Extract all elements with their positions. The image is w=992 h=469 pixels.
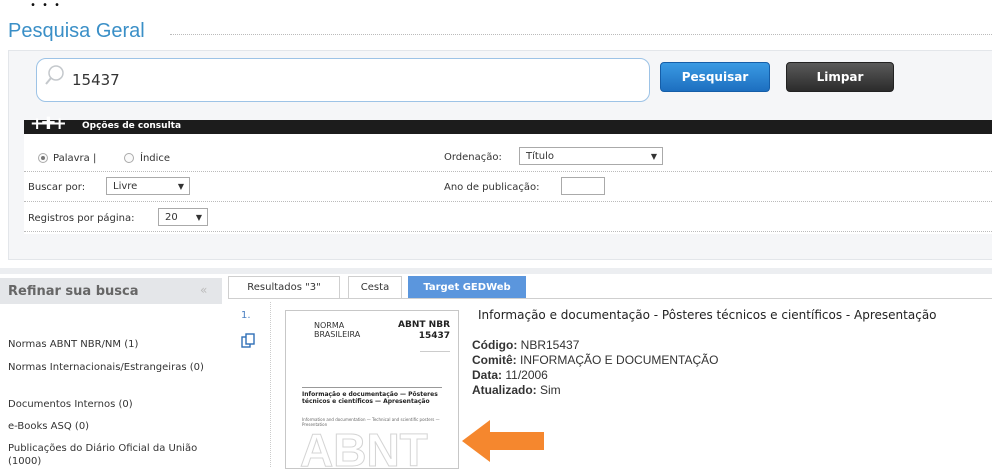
search-input[interactable] bbox=[36, 58, 650, 102]
year-input[interactable] bbox=[561, 177, 605, 195]
per-page-select[interactable]: 20 ▼ bbox=[158, 208, 208, 226]
order-select[interactable]: Título ▼ bbox=[519, 147, 663, 165]
tab-cesta[interactable]: Cesta bbox=[348, 276, 402, 299]
result-code: Código: NBR15437 bbox=[472, 338, 579, 352]
row-divider bbox=[24, 171, 992, 172]
code-label: Código: bbox=[472, 338, 518, 352]
thumb-edition-info bbox=[420, 351, 450, 374]
document-thumbnail[interactable]: NORMA BRASILEIRA ABNT NBR 15437 Informaç… bbox=[285, 310, 459, 469]
result-committee: Comitê: INFORMAÇÃO E DOCUMENTAÇÃO bbox=[472, 353, 718, 367]
chevron-down-icon: ▼ bbox=[195, 213, 202, 222]
facet-item[interactable]: e-Books ASQ (0) bbox=[8, 420, 213, 433]
result-number: 1. bbox=[241, 310, 251, 321]
facet-item[interactable]: Normas Internacionais/Estrangeiras (0) bbox=[8, 361, 213, 374]
thumb-norma-label: NORMA BRASILEIRA bbox=[314, 321, 361, 339]
page-title: Pesquisa Geral bbox=[8, 20, 145, 42]
tab-results[interactable]: Resultados "3" bbox=[228, 276, 340, 299]
row-divider bbox=[24, 231, 992, 232]
options-header-label[interactable]: Opções de consulta bbox=[82, 121, 181, 131]
date-label: Data: bbox=[472, 368, 503, 382]
search-by-label: Buscar por: bbox=[28, 182, 86, 193]
tabs-underline bbox=[228, 298, 992, 299]
radio-palavra[interactable] bbox=[38, 153, 48, 163]
refine-title: Refinar sua busca bbox=[8, 284, 139, 299]
chevron-down-icon: ▼ bbox=[177, 182, 184, 191]
title-divider bbox=[170, 34, 992, 35]
abnt-watermark-icon: ABNT bbox=[300, 424, 429, 469]
order-label: Ordenação: bbox=[444, 152, 502, 163]
thumb-number: 15437 bbox=[418, 331, 450, 341]
date-value: 11/2006 bbox=[505, 368, 548, 382]
tab-target-gedweb[interactable]: Target GEDWeb bbox=[408, 276, 526, 299]
thumb-rule bbox=[302, 387, 442, 388]
thumb-abnt-label: ABNT NBR bbox=[398, 320, 450, 330]
per-page-label: Registros por página: bbox=[28, 213, 135, 224]
clear-button[interactable]: Limpar bbox=[786, 62, 894, 92]
expand-plus-icon[interactable]: +✚+ bbox=[30, 116, 67, 133]
thumb-title: Informação e documentação — Pôsteres téc… bbox=[302, 391, 438, 405]
search-button[interactable]: Pesquisar bbox=[660, 62, 770, 92]
radio-palavra-label[interactable]: Palavra | bbox=[53, 153, 96, 164]
search-icon bbox=[45, 65, 64, 85]
facet-item[interactable]: Publicações do Diário Oficial da União (… bbox=[8, 442, 213, 468]
chevron-down-icon: ▼ bbox=[650, 152, 657, 161]
result-title[interactable]: Informação e documentação - Pôsteres téc… bbox=[478, 308, 937, 322]
facet-item[interactable]: Normas ABNT NBR/NM (1) bbox=[8, 338, 213, 351]
result-date: Data: 11/2006 bbox=[472, 368, 548, 382]
facet-item[interactable]: Documentos Internos (0) bbox=[8, 398, 213, 411]
code-value: NBR15437 bbox=[520, 338, 580, 352]
radio-indice-label[interactable]: Índice bbox=[140, 153, 170, 164]
search-input-value[interactable]: 15437 bbox=[72, 71, 120, 89]
collapse-icon[interactable]: « bbox=[200, 283, 207, 297]
search-by-select[interactable]: Livre ▼ bbox=[106, 177, 190, 195]
result-updated: Atualizado: Sim bbox=[472, 383, 561, 397]
annotation-arrow-icon bbox=[462, 420, 544, 462]
order-select-value: Título bbox=[526, 151, 555, 162]
result-index-column bbox=[236, 302, 271, 467]
section-gap bbox=[0, 268, 992, 274]
search-by-value: Livre bbox=[113, 181, 138, 192]
copy-icon[interactable] bbox=[241, 333, 255, 349]
radio-indice[interactable] bbox=[124, 153, 134, 163]
per-page-value: 20 bbox=[165, 212, 178, 223]
committee-label: Comitê: bbox=[472, 353, 517, 367]
cropped-header-text: . . . bbox=[0, 0, 992, 10]
row-divider bbox=[24, 201, 992, 202]
committee-value: INFORMAÇÃO E DOCUMENTAÇÃO bbox=[520, 353, 719, 367]
updated-value: Sim bbox=[540, 383, 561, 397]
year-label: Ano de publicação: bbox=[444, 182, 540, 193]
updated-label: Atualizado: bbox=[472, 383, 537, 397]
